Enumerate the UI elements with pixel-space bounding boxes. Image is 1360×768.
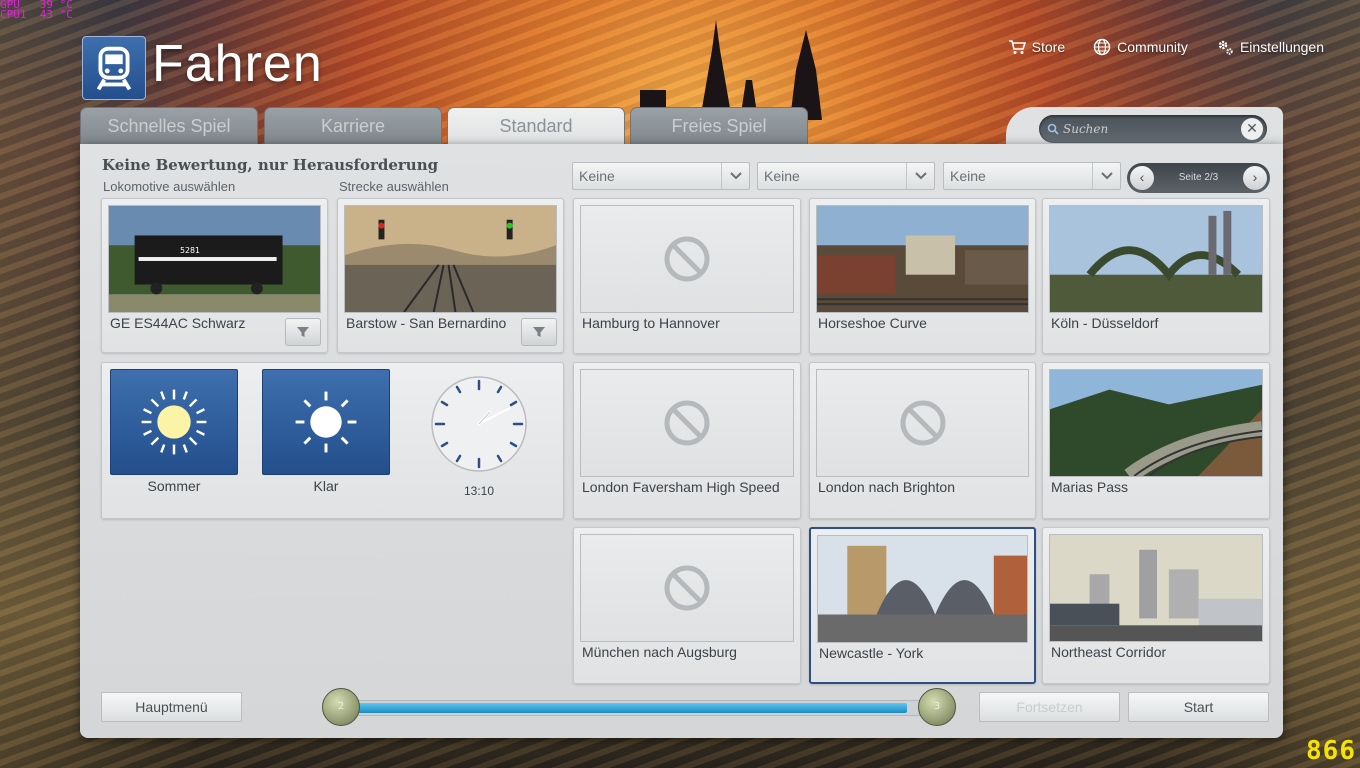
sun-clear-icon: [295, 391, 357, 453]
search-box[interactable]: ✕: [1039, 115, 1267, 143]
scenario-card[interactable]: London Faversham High Speed: [573, 362, 801, 519]
scenario-thumbnail: [817, 535, 1028, 643]
loco-card[interactable]: 5281 GE ES44AC Schwarz: [101, 198, 328, 353]
scenario-card-selected[interactable]: Newcastle - York: [809, 527, 1036, 684]
pager: ‹ Seite 2/3 ›: [1127, 163, 1270, 193]
main-menu-button[interactable]: Hauptmenü: [101, 692, 242, 722]
page-slider-fill: [339, 703, 908, 713]
scenario-thumbnail: [580, 369, 794, 477]
no-image-icon: [900, 400, 945, 446]
cpu-label: CPU1: [0, 8, 27, 21]
nav-settings[interactable]: Einstellungen: [1216, 38, 1324, 56]
scenario-thumbnail: [816, 369, 1029, 477]
svg-text:5281: 5281: [180, 246, 200, 255]
scenario-thumbnail: [1049, 369, 1263, 477]
slider-end-knob[interactable]: 3: [918, 688, 956, 726]
scenario-thumbnail: [1049, 534, 1263, 642]
scenario-card[interactable]: München nach Augsburg: [573, 527, 801, 684]
scenario-card[interactable]: London nach Brighton: [809, 362, 1036, 519]
tab-karriere[interactable]: Karriere: [264, 107, 442, 145]
scenario-name: London nach Brighton: [818, 479, 955, 495]
top-navigation: Store Community Einstellungen: [1008, 38, 1324, 56]
scenario-thumbnail: [580, 534, 794, 642]
filter-dropdown-1-value: Keine: [579, 168, 615, 184]
search-icon: [1047, 123, 1059, 135]
route-select-label: Strecke auswählen: [339, 179, 449, 194]
filter-icon: [297, 327, 309, 337]
page-indicator: Seite 2/3: [1178, 172, 1219, 183]
filter-dropdown-2-value: Keine: [764, 168, 800, 184]
route-card[interactable]: Barstow - San Bernardino: [337, 198, 564, 353]
filter-dropdown-2[interactable]: Keine: [757, 162, 935, 190]
season-label: Sommer: [147, 478, 201, 494]
train-logo-icon: [82, 36, 146, 100]
scenario-card[interactable]: Horseshoe Curve: [809, 198, 1036, 354]
time-label: 13:10: [463, 484, 495, 498]
scenario-thumbnail: [580, 205, 794, 313]
next-page-button[interactable]: ›: [1243, 166, 1267, 190]
weather-label: Klar: [313, 478, 339, 494]
challenge-heading: Keine Bewertung, nur Herausforderung: [102, 156, 439, 174]
continue-button[interactable]: Fortsetzen: [979, 692, 1120, 722]
route-thumbnail: [344, 205, 557, 313]
nav-community[interactable]: Community: [1093, 38, 1188, 56]
route-filter-button[interactable]: [521, 318, 557, 346]
scenario-name: Hamburg to Hannover: [582, 315, 720, 331]
scenario-card[interactable]: Marias Pass: [1042, 362, 1270, 519]
filter-dropdown-1[interactable]: Keine: [572, 162, 750, 190]
tab-freies-spiel[interactable]: Freies Spiel: [630, 107, 808, 145]
route-name: Barstow - San Bernardino: [346, 315, 507, 331]
debug-overlay: GPU 39 °C CPU1 43 °C: [0, 0, 73, 20]
scenario-card[interactable]: Köln - Düsseldorf: [1042, 198, 1270, 354]
nav-community-label: Community: [1117, 39, 1188, 55]
scenario-name: Marias Pass: [1051, 479, 1129, 495]
loco-name: GE ES44AC Schwarz: [110, 315, 246, 331]
clear-search-button[interactable]: ✕: [1241, 118, 1263, 140]
scenario-thumbnail: [816, 205, 1029, 313]
globe-icon: [1093, 38, 1111, 56]
search-input[interactable]: [1063, 122, 1233, 136]
nav-store-label: Store: [1031, 39, 1066, 55]
weather-button[interactable]: [262, 369, 390, 475]
sun-summer-icon: [141, 389, 207, 455]
no-image-icon: [664, 565, 710, 611]
scenario-name: Köln - Düsseldorf: [1051, 315, 1159, 331]
nav-store[interactable]: Store: [1008, 38, 1065, 56]
slider-start-knob[interactable]: 2: [322, 688, 360, 726]
tab-schnelles-spiel[interactable]: Schnelles Spiel: [80, 107, 258, 145]
clock-icon[interactable]: [430, 375, 528, 473]
filter-icon: [533, 327, 545, 337]
scenario-name: London Faversham High Speed: [582, 479, 780, 495]
tab-standard[interactable]: Standard: [447, 107, 625, 147]
season-button[interactable]: [110, 369, 238, 475]
filter-dropdown-3[interactable]: Keine: [943, 162, 1121, 190]
loco-filter-button[interactable]: [285, 318, 321, 346]
filter-dropdown-3-value: Keine: [950, 168, 986, 184]
loco-select-label: Lokomotive auswählen: [103, 179, 236, 194]
page-title: Fahren: [152, 35, 323, 93]
loco-thumbnail: 5281: [108, 205, 321, 313]
scenario-name: Northeast Corridor: [1051, 644, 1167, 660]
fps-counter: 866: [1306, 736, 1356, 766]
nav-settings-label: Einstellungen: [1239, 39, 1324, 55]
scenario-name: Horseshoe Curve: [818, 315, 927, 331]
scenario-name: Newcastle - York: [819, 645, 924, 661]
no-image-icon: [664, 236, 710, 282]
chevron-down-icon: [906, 163, 934, 189]
scenario-thumbnail: [1049, 205, 1263, 313]
page-slider-track[interactable]: [338, 700, 938, 716]
gear-icon: [1218, 40, 1233, 55]
chevron-down-icon: [1092, 163, 1120, 189]
scenario-card[interactable]: Northeast Corridor: [1042, 527, 1270, 684]
scenario-name: München nach Augsburg: [582, 644, 737, 660]
no-image-icon: [664, 400, 710, 446]
chevron-down-icon: [721, 163, 749, 189]
cart-icon: [1008, 40, 1026, 54]
prev-page-button[interactable]: ‹: [1130, 166, 1154, 190]
scenario-card[interactable]: Hamburg to Hannover: [573, 198, 801, 354]
skyline-illustration: [640, 20, 822, 120]
cpu-value: 43 °C: [39, 8, 73, 21]
start-button[interactable]: Start: [1128, 692, 1269, 722]
